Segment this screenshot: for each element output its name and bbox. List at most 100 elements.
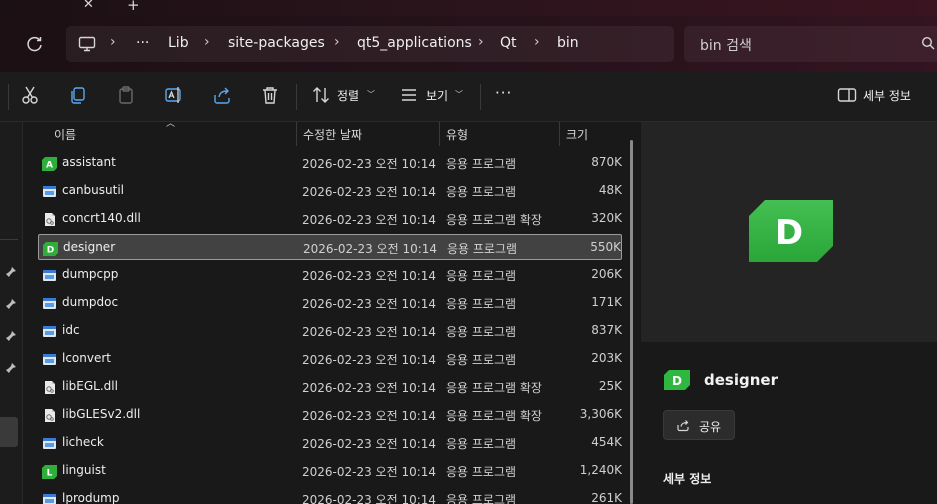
file-type: 응용 프로그램 [446, 465, 517, 479]
sort-button-label[interactable]: 정렬 [337, 87, 359, 104]
address-bar[interactable]: › ··· Lib › site-packages › qt5_applicat… [66, 26, 674, 62]
exe-icon [42, 296, 57, 311]
column-header-modified[interactable]: 수정한 날짜 [303, 126, 362, 143]
paste-icon [119, 86, 133, 104]
svg-text:A: A [46, 161, 53, 171]
breadcrumb-lib[interactable]: Lib [168, 35, 189, 51]
details-button-label[interactable]: 세부 정보 [863, 87, 911, 104]
command-bar: 정렬 ﹀ 보기 ﹀ ··· 세부 정보 [0, 72, 937, 122]
details-pane-icon[interactable] [836, 84, 858, 106]
breadcrumb-site-packages[interactable]: site-packages [228, 35, 325, 51]
column-divider[interactable] [559, 122, 560, 146]
file-row[interactable]: dumpdoc 2026-02-23 오전 10:14 응용 프로그램 171K [38, 290, 622, 316]
chevron-right-icon[interactable]: › [534, 34, 540, 50]
new-tab-icon[interactable]: + [127, 0, 143, 14]
file-date-modified: 2026-02-23 오전 10:14 [302, 381, 437, 395]
file-row[interactable]: Aassistant 2026-02-23 오전 10:14 응용 프로그램 870K [38, 150, 622, 176]
file-row[interactable]: libGLESv2.dll 2026-02-23 오전 10:14 응용 프로그램 … [38, 402, 622, 428]
file-row[interactable]: libEGL.dll 2026-02-23 오전 10:14 응용 프로그램 확장 2… [38, 374, 622, 400]
column-header-type[interactable]: 유형 [446, 126, 468, 143]
chevron-down-icon[interactable]: ﹀ [455, 89, 463, 100]
file-name: linguist [62, 463, 106, 477]
cut-icon[interactable] [19, 84, 41, 106]
file-row[interactable]: licheck 2026-02-23 오전 10:14 응용 프로그램 454K [38, 430, 622, 456]
scrollbar-thumb[interactable] [630, 140, 633, 504]
view-button-label[interactable]: 보기 [426, 87, 448, 104]
breadcrumb-qt5-applications[interactable]: qt5_applications [357, 35, 472, 51]
chevron-down-icon[interactable]: ﹀ [367, 89, 375, 100]
exe-icon [42, 324, 57, 339]
this-pc-icon[interactable] [78, 36, 96, 52]
chevron-right-icon[interactable]: › [334, 34, 340, 50]
qt-designer-icon: D [749, 200, 833, 262]
file-type: 응용 프로그램 확장 [446, 381, 542, 395]
search-icon[interactable] [921, 36, 935, 50]
details-file-name: designer [704, 371, 778, 389]
svg-text:D: D [672, 374, 682, 388]
file-type: 응용 프로그램 [446, 297, 517, 311]
toolbar-divider [8, 84, 9, 110]
exe-icon [42, 492, 57, 504]
view-icon[interactable] [398, 84, 420, 106]
breadcrumb-overflow[interactable]: ··· [136, 35, 149, 51]
column-header-size[interactable]: 크기 [566, 126, 588, 143]
file-date-modified: 2026-02-23 오전 10:14 [303, 242, 438, 256]
share-button[interactable]: 공유 [663, 410, 735, 440]
file-row[interactable]: canbusutil 2026-02-23 오전 10:14 응용 프로그램 48K [38, 178, 622, 204]
file-date-modified: 2026-02-23 오전 10:14 [302, 353, 437, 367]
file-row[interactable]: dumpcpp 2026-02-23 오전 10:14 응용 프로그램 206K [38, 262, 622, 288]
column-header-name[interactable]: 이름 [54, 126, 76, 143]
file-row[interactable]: idc 2026-02-23 오전 10:14 응용 프로그램 837K [38, 318, 622, 344]
file-list: ︿ 이름 수정한 날짜 유형 크기 Aassistant 2026-02-23 오… [24, 122, 634, 504]
nav-item-selected[interactable] [0, 417, 18, 447]
search-input[interactable]: bin 검색 [684, 26, 937, 62]
column-divider[interactable] [296, 122, 297, 146]
svg-text:D: D [775, 213, 803, 253]
exe-icon [42, 268, 57, 283]
nav-divider [0, 239, 18, 240]
pin-icon[interactable] [4, 329, 18, 343]
qt-designer-icon: D [43, 241, 58, 256]
pin-icon[interactable] [4, 297, 18, 311]
dll-icon [42, 212, 57, 227]
file-date-modified: 2026-02-23 오전 10:14 [302, 409, 437, 423]
pin-icon[interactable] [4, 361, 18, 375]
tab-strip: ✕ + [0, 0, 937, 16]
navigation-bar: › ··· Lib › site-packages › qt5_applicat… [0, 16, 937, 72]
qt-designer-icon: D [664, 370, 690, 390]
file-type: 응용 프로그램 [446, 493, 517, 504]
copy-icon[interactable] [67, 84, 89, 106]
file-row[interactable]: Ddesigner 2026-02-23 오전 10:14 응용 프로그램 550K [38, 234, 622, 260]
share-icon[interactable] [211, 84, 233, 106]
file-size: 550K [590, 240, 621, 254]
close-tab-icon[interactable]: ✕ [83, 0, 99, 13]
delete-icon[interactable] [259, 84, 281, 106]
chevron-right-icon[interactable]: › [204, 34, 210, 50]
refresh-icon[interactable] [24, 33, 46, 55]
breadcrumb-qt[interactable]: Qt [500, 35, 517, 51]
file-row[interactable]: lprodump 2026-02-23 오전 10:14 응용 프로그램 261K [38, 486, 622, 504]
file-row[interactable]: Llinguist 2026-02-23 오전 10:14 응용 프로그램 1,240… [38, 458, 622, 484]
breadcrumb-bin[interactable]: bin [557, 35, 579, 51]
file-name: lconvert [62, 351, 112, 365]
file-row[interactable]: concrt140.dll 2026-02-23 오전 10:14 응용 프로그램 … [38, 206, 622, 232]
more-options-icon[interactable]: ··· [495, 84, 512, 102]
file-name: assistant [62, 155, 116, 169]
column-divider[interactable] [439, 122, 440, 146]
sort-icon[interactable] [310, 84, 332, 106]
file-type: 응용 프로그램 확장 [446, 213, 542, 227]
file-row[interactable]: lconvert 2026-02-23 오전 10:14 응용 프로그램 203K [38, 346, 622, 372]
pin-icon[interactable] [4, 265, 18, 279]
file-name: idc [62, 323, 80, 337]
file-size: 1,240K [579, 463, 622, 477]
chevron-right-icon[interactable]: › [478, 34, 484, 50]
file-size: 48K [598, 183, 622, 197]
file-date-modified: 2026-02-23 오전 10:14 [302, 157, 437, 171]
file-size: 3,306K [579, 407, 622, 421]
rename-icon[interactable] [163, 84, 185, 106]
chevron-right-icon[interactable]: › [110, 34, 116, 50]
sort-ascending-icon: ︿ [166, 122, 176, 129]
file-size: 870K [591, 155, 622, 169]
file-name: lprodump [62, 491, 120, 504]
column-header-row: ︿ 이름 수정한 날짜 유형 크기 [24, 122, 634, 146]
